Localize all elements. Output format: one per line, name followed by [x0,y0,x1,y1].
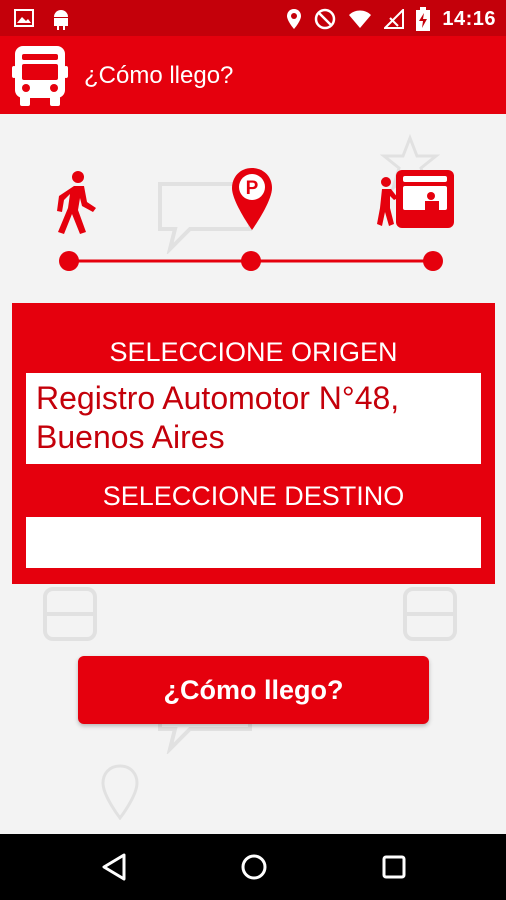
boarding-bus-icon [377,170,454,228]
app-title: ¿Cómo llego? [84,62,234,89]
do-not-disturb-icon [315,8,336,30]
watermark-marker-icon [101,764,139,820]
parking-marker-icon: P [232,168,272,230]
walk-icon [57,171,96,234]
navigation-bar [0,834,506,900]
how-to-get-button[interactable]: ¿Cómo llego? [78,656,429,724]
app-bar: ¿Cómo llego? [0,36,506,114]
bus-icon [12,46,68,106]
watermark-bus-icon [43,587,97,641]
progress-track [59,251,443,271]
watermark-bus-icon [403,587,457,641]
destination-input[interactable] [26,517,481,568]
recents-icon[interactable] [380,852,408,882]
origin-input[interactable]: Registro Automotor N°48, Buenos Aires [26,373,481,464]
route-form-card: SELECCIONE ORIGEN Registro Automotor N°4… [12,303,495,584]
home-icon[interactable] [239,852,269,882]
back-icon[interactable] [100,852,128,882]
wifi-icon [349,10,372,28]
android-icon [54,10,68,30]
clock: 14:16 [442,7,496,30]
battery-charging-icon [416,7,431,31]
destination-label: SELECCIONE DESTINO [102,481,405,511]
journey-steps: P [0,114,506,294]
origin-label: SELECCIONE ORIGEN [109,337,398,367]
image-icon [14,9,34,27]
location-icon [287,9,302,29]
svg-text:P: P [246,178,259,199]
no-signal-icon [384,9,405,29]
status-bar: 14:16 [0,0,506,36]
